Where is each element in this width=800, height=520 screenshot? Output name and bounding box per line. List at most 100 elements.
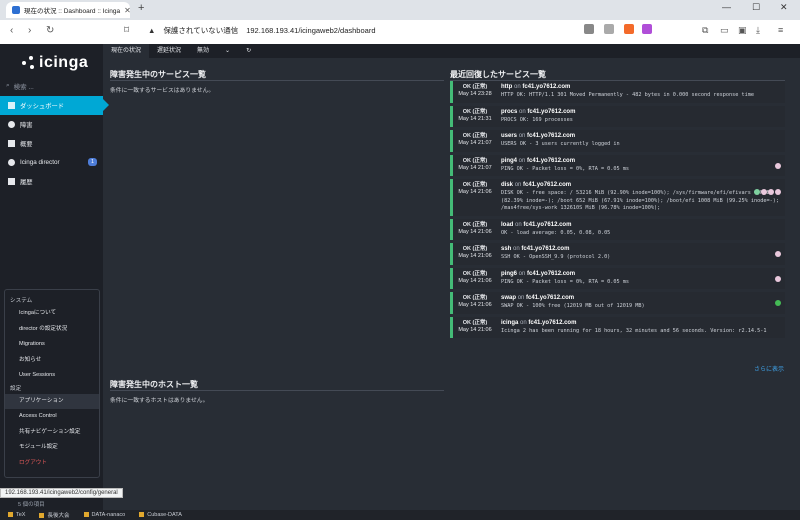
tab-muted[interactable]: 無効 <box>189 44 217 58</box>
service-name[interactable]: procs <box>501 109 517 115</box>
menu-item-announcements[interactable]: お知らせ <box>5 353 99 369</box>
service-name[interactable]: swap <box>501 295 516 301</box>
service-title[interactable]: ssh on fc41.yo7612.com <box>501 246 781 252</box>
host-name[interactable]: fc41.yo7612.com <box>523 182 571 188</box>
close-tab-icon[interactable]: ✕ <box>124 6 130 15</box>
chevron-down-icon[interactable]: ⌄ <box>217 44 238 58</box>
service-name[interactable]: load <box>501 222 513 228</box>
service-title[interactable]: swap on fc41.yo7612.com <box>501 295 781 301</box>
close-window-icon[interactable]: ✕ <box>780 2 788 13</box>
state-cell: OK (正常) May 14 21:31 <box>453 106 497 128</box>
menu-icon[interactable]: ≡ <box>778 25 783 35</box>
bookmark-icon[interactable]: ⌑ <box>124 25 129 36</box>
menu-item-access-control[interactable]: Access Control <box>5 409 99 425</box>
state-time: May 14 21:06 <box>458 253 492 259</box>
maximize-icon[interactable]: ☐ <box>752 2 760 13</box>
new-tab-icon[interactable]: + <box>138 2 144 14</box>
service-name[interactable]: ping6 <box>501 271 517 277</box>
refresh-icon[interactable]: ↻ <box>238 44 259 58</box>
reload-icon[interactable]: ↻ <box>46 25 54 36</box>
host-name[interactable]: fc41.yo7612.com <box>527 109 575 115</box>
table-row[interactable]: OK (正常) May 14 21:06 icinga on fc41.yo7612… <box>450 316 785 339</box>
state-time: May 14 21:07 <box>458 164 492 171</box>
recovered-services-title[interactable]: 最近回復したサービス一覧 <box>450 69 546 80</box>
back-icon[interactable]: ‹ <box>10 25 13 36</box>
sidebar-item-problems[interactable]: 障害 <box>0 115 103 134</box>
taskbar-item[interactable]: TeX <box>8 512 25 518</box>
service-title[interactable]: ping4 on fc41.yo7612.com <box>501 158 781 164</box>
service-title[interactable]: load on fc41.yo7612.com <box>501 222 781 228</box>
taskbar-item[interactable]: 長後大会 <box>39 511 69 519</box>
host-name[interactable]: fc41.yo7612.com <box>526 295 574 301</box>
tab-current-status[interactable]: 現在の状況 <box>103 44 150 58</box>
service-title[interactable]: users on fc41.yo7612.com <box>501 133 781 139</box>
host-name[interactable]: fc41.yo7612.com <box>522 84 570 90</box>
service-title[interactable]: ping6 on fc41.yo7612.com <box>501 271 781 277</box>
service-name[interactable]: ssh <box>501 246 511 252</box>
problem-hosts-title[interactable]: 障害発生中のホスト一覧 <box>110 379 198 390</box>
brave-shield-icon[interactable] <box>624 24 634 34</box>
sidebar-item-history[interactable]: 履歴 <box>0 172 103 191</box>
rewards-icon[interactable] <box>642 24 652 34</box>
menu-item-user-sessions[interactable]: User Sessions <box>5 368 99 384</box>
browser-tab[interactable]: 現在の状況 :: Dashboard :: Icinga ✕ <box>6 2 130 18</box>
search-input[interactable]: ⌕ 検索 ... <box>6 80 98 92</box>
menu-item-shared-navigation[interactable]: 共有ナビゲーション設定 <box>5 425 99 441</box>
service-name[interactable]: http <box>501 84 512 90</box>
service-title[interactable]: http on fc41.yo7612.com <box>501 84 781 90</box>
sidebar-item-overview[interactable]: 概要 <box>0 134 103 153</box>
sidebar-toggle-icon[interactable]: ▭ <box>720 25 729 36</box>
service-name[interactable]: icinga <box>501 320 518 326</box>
table-row[interactable]: OK (正常) May 14 21:07 ping4 on fc41.yo7612.… <box>450 154 785 176</box>
taskbar-item[interactable]: DATA-nanaco <box>84 512 126 518</box>
tab-overdue[interactable]: 遅延状況 <box>149 44 189 58</box>
service-title[interactable]: procs on fc41.yo7612.com <box>501 109 781 115</box>
table-row[interactable]: OK (正常) May 14 21:06 ping6 on fc41.yo7612.… <box>450 267 785 289</box>
service-title[interactable]: icinga on fc41.yo7612.com <box>501 320 781 326</box>
show-more-link[interactable]: さらに表示 <box>754 364 784 373</box>
host-name[interactable]: fc41.yo7612.com <box>527 271 575 277</box>
table-row[interactable]: OK (正常) May 14 21:31 procs on fc41.yo7612.… <box>450 105 785 128</box>
status-bar-url: 192.168.193.41/icingaweb2/config/general <box>0 488 123 498</box>
service-name[interactable]: users <box>501 133 517 139</box>
forward-icon[interactable]: › <box>28 25 31 36</box>
minimize-icon[interactable]: — <box>722 2 731 12</box>
table-row[interactable]: OK (正常) May 14 21:06 swap on fc41.yo7612.c… <box>450 292 785 314</box>
service-cell: disk on fc41.yo7612.com DISK OK - free sp… <box>497 179 785 216</box>
extensions-icon[interactable]: ⧉ <box>702 25 708 36</box>
table-row[interactable]: OK (正常) May 14 21:07 users on fc41.yo7612.… <box>450 130 785 152</box>
problem-services-title[interactable]: 障害発生中のサービス一覧 <box>110 69 206 80</box>
download-icon[interactable]: ⤓ <box>756 25 760 36</box>
host-name[interactable]: fc41.yo7612.com <box>527 158 575 164</box>
state-time: May 14 21:06 <box>458 277 492 284</box>
host-name[interactable]: fc41.yo7612.com <box>523 222 571 228</box>
menu-item-about[interactable]: Icingaについて <box>5 306 99 322</box>
menu-item-director-status[interactable]: director の設定状況 <box>5 322 99 338</box>
menu-item-modules[interactable]: モジュール設定 <box>5 440 99 456</box>
wallet-icon[interactable]: ▣ <box>738 25 747 36</box>
host-name[interactable]: fc41.yo7612.com <box>521 246 569 252</box>
sidebar-item-director[interactable]: Icinga director 1 <box>0 153 103 172</box>
key-icon[interactable] <box>584 24 594 34</box>
table-row[interactable]: OK (正常) May 14 21:06 disk on fc41.yo7612.c… <box>450 179 785 216</box>
state-cell: OK (正常) May 14 21:06 <box>453 317 497 339</box>
table-row[interactable]: OK (正常) May 14 21:06 load on fc41.yo7612.c… <box>450 218 785 240</box>
menu-item-application[interactable]: アプリケーション <box>5 393 99 409</box>
perfdata-pie-icon <box>768 189 774 195</box>
plugin-output: OK - load average: 0.05, 0.08, 0.05 <box>501 229 611 236</box>
table-row[interactable]: OK (正常) May 14 21:06 ssh on fc41.yo7612.co… <box>450 243 785 265</box>
taskbar-item[interactable]: Cubase-DATA <box>139 512 182 518</box>
service-name[interactable]: disk <box>501 182 513 188</box>
table-row[interactable]: OK (正常) May 14 23:28 http on fc41.yo7612.c… <box>450 81 785 103</box>
icinga-logo[interactable]: icinga <box>22 54 88 72</box>
service-name[interactable]: ping4 <box>501 158 517 164</box>
host-name[interactable]: fc41.yo7612.com <box>527 133 575 139</box>
service-title[interactable]: disk on fc41.yo7612.com <box>501 182 781 188</box>
url-field[interactable]: ▲ 保護されていない通信 192.168.193.41/icingaweb2/d… <box>148 25 376 36</box>
share-icon[interactable] <box>604 24 614 34</box>
host-name[interactable]: fc41.yo7612.com <box>528 320 576 326</box>
logout-link[interactable]: ログアウト <box>5 456 99 472</box>
logo-text: icinga <box>39 54 89 71</box>
menu-item-migrations[interactable]: Migrations <box>5 337 99 353</box>
sidebar-item-dashboard[interactable]: ダッシュボード <box>0 96 109 115</box>
